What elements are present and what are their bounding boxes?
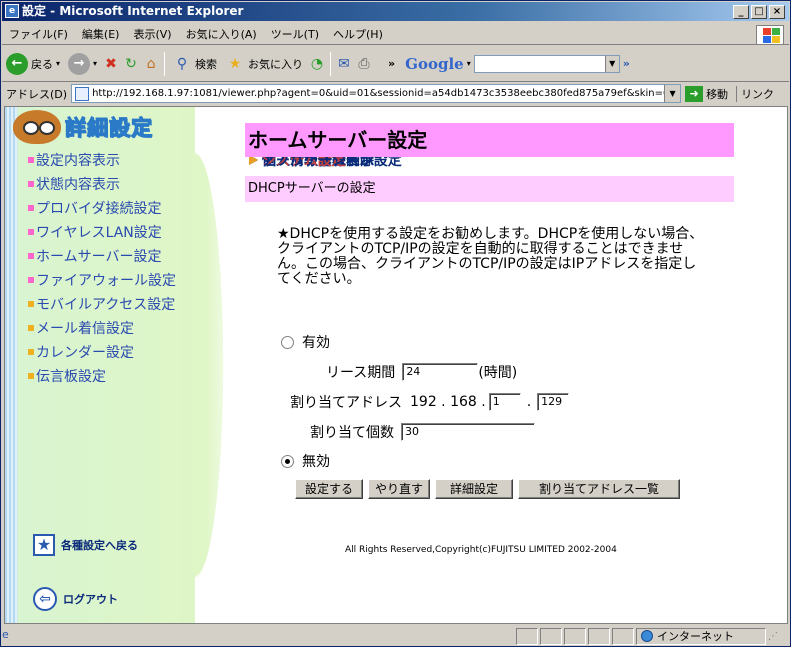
- google-overflow-icon[interactable]: »: [623, 57, 630, 70]
- favorites-button[interactable]: ★ お気に入り: [221, 54, 307, 74]
- menu-file[interactable]: ファイル(F): [2, 26, 75, 42]
- count-row: 割り当て個数 30: [310, 422, 535, 442]
- radio-circle: [281, 454, 294, 468]
- sidebar-logo: 詳細設定: [13, 110, 153, 144]
- links-button[interactable]: リンク: [736, 85, 774, 102]
- star-icon: ★: [33, 534, 55, 556]
- ie-icon: e: [5, 4, 19, 18]
- menu-view[interactable]: 表示(V): [126, 26, 178, 42]
- maximize-button[interactable]: □: [751, 5, 767, 19]
- address-url: http://192.168.1.97:1081/viewer.php?agen…: [92, 88, 682, 99]
- search-button[interactable]: ⚲ 検索: [168, 54, 221, 74]
- sidebar-item-wireless-lan[interactable]: ワイヤレスLAN設定: [9, 220, 176, 244]
- addr-dot: .: [526, 394, 532, 410]
- addr-prefix: 192 . 168 .: [410, 394, 486, 410]
- sidebar-item-mail-notify[interactable]: メール着信設定: [9, 316, 176, 340]
- google-toolbar: Google ▾ ▼ »: [405, 54, 630, 73]
- star-icon: ★: [228, 55, 242, 72]
- menu-tools[interactable]: ツール(T): [264, 26, 326, 42]
- back-to-settings-link[interactable]: ★ 各種設定へ戻る: [33, 534, 138, 556]
- status-bar: e インターネット ⋰: [2, 626, 789, 646]
- enable-radio[interactable]: 有効: [281, 331, 330, 353]
- address-input[interactable]: http://192.168.1.97:1081/viewer.php?agen…: [71, 84, 682, 103]
- address-bar: アドレス(D) http://192.168.1.97:1081/viewer.…: [2, 83, 789, 104]
- page-status-icon: e: [2, 627, 9, 641]
- stop-icon[interactable]: ✖: [101, 54, 121, 74]
- reset-button[interactable]: やり直す: [368, 479, 430, 499]
- window-title: 設定 - Microsoft Internet Explorer: [22, 4, 244, 18]
- section-title: DHCPサーバーの設定: [245, 176, 734, 202]
- menu-help[interactable]: ヘルプ(H): [326, 26, 390, 42]
- sidebar-item-status-view[interactable]: 状態内容表示: [9, 172, 176, 196]
- go-arrow-icon: ➜: [685, 85, 704, 102]
- go-button[interactable]: ➜ 移動: [685, 85, 728, 102]
- print-icon[interactable]: ⎙: [354, 54, 374, 74]
- menu-favorites[interactable]: お気に入り(A): [179, 26, 264, 42]
- search-icon: ⚲: [176, 55, 188, 72]
- windows-logo-icon: [756, 25, 784, 45]
- menu-edit[interactable]: 編集(E): [75, 26, 127, 42]
- addr-octet4-input[interactable]: 129: [537, 393, 570, 411]
- forward-button[interactable]: → ▾: [64, 52, 101, 75]
- back-arrow-icon: ←: [6, 52, 28, 75]
- google-logo: Google: [405, 54, 464, 73]
- sidebar-item-calendar[interactable]: カレンダー設定: [9, 340, 176, 364]
- lease-input[interactable]: 24: [402, 363, 479, 381]
- address-list-button[interactable]: 割り当てアドレス一覧: [518, 479, 680, 499]
- lease-label: リース期間: [326, 365, 396, 381]
- logout-link[interactable]: ⇦ ログアウト: [33, 587, 118, 611]
- detail-button[interactable]: 詳細設定: [435, 479, 513, 499]
- browser-window: e 設定 - Microsoft Internet Explorer _ □ ×…: [0, 0, 791, 647]
- page-title: ホームサーバー設定: [245, 123, 734, 157]
- minimize-button[interactable]: _: [733, 5, 749, 19]
- dhcp-form: 有効: [281, 331, 330, 353]
- main-panel: ホームサーバー設定 DHCPサーバーの設定 ★DHCPを使用する設定をお勧めしま…: [245, 107, 785, 623]
- resize-grip-icon[interactable]: ⋰: [768, 631, 778, 642]
- menu-bar: ファイル(F) 編集(E) 表示(V) お気に入り(A) ツール(T) ヘルプ(…: [2, 23, 789, 45]
- toolbar-overflow-icon[interactable]: »: [388, 57, 395, 70]
- lease-unit: (時間): [478, 365, 518, 381]
- address-label: アドレス(D): [6, 87, 68, 101]
- close-button[interactable]: ×: [769, 5, 785, 19]
- sidebar: 詳細設定 サーバー情報表示 個人情報登録 個人情報修正削除 システム設定 設定内…: [5, 107, 402, 623]
- count-input[interactable]: 30: [401, 423, 535, 441]
- zone-indicator: インターネット: [636, 627, 766, 645]
- copyright: All Rights Reserved,Copyright(c)FUJITSU …: [345, 545, 617, 555]
- sidebar-item-home-server[interactable]: ホームサーバー設定: [9, 244, 176, 268]
- logout-arrow-icon: ⇦: [33, 587, 57, 611]
- google-search-input[interactable]: ▼: [473, 54, 620, 73]
- sidebar-item-provider[interactable]: プロバイダ接続設定: [9, 196, 176, 220]
- mascot-icon: [13, 110, 61, 144]
- addr-label: 割り当てアドレス: [290, 395, 402, 411]
- history-icon[interactable]: ◔: [307, 54, 327, 74]
- count-label: 割り当て個数: [310, 425, 394, 441]
- disable-radio[interactable]: 無効: [281, 450, 330, 472]
- globe-icon: [641, 630, 653, 642]
- mail-icon[interactable]: ✉: [334, 54, 354, 74]
- address-row: 割り当てアドレス 192 . 168 . 1 . 129: [290, 392, 570, 412]
- button-row: 設定する やり直す 詳細設定 割り当てアドレス一覧: [295, 479, 680, 499]
- chevron-down-icon[interactable]: ▼: [604, 55, 619, 72]
- sidebar-item-settings-view[interactable]: 設定内容表示: [9, 148, 176, 172]
- home-icon[interactable]: ⌂: [141, 54, 161, 74]
- lease-row: リース期間 24 (時間): [326, 362, 517, 382]
- sidebar-item-mobile-access[interactable]: モバイルアクセス設定: [9, 292, 176, 316]
- radio-circle: [281, 335, 294, 349]
- page-content: 詳細設定 サーバー情報表示 個人情報登録 個人情報修正削除 システム設定 設定内…: [4, 106, 788, 624]
- dhcp-note: ★DHCPを使用する設定をお勧めします。DHCPを使用しない場合、クライアントの…: [277, 226, 704, 287]
- title-bar: e 設定 - Microsoft Internet Explorer _ □ ×: [2, 2, 789, 21]
- set-button[interactable]: 設定する: [295, 479, 363, 499]
- sidebar-nav: サーバー情報表示 個人情報登録 個人情報修正削除 システム設定 設定内容表示 状…: [9, 148, 402, 388]
- sidebar-item-firewall[interactable]: ファイアウォール設定: [9, 268, 176, 292]
- disable-form: 無効: [281, 450, 330, 472]
- sidebar-item-message-board[interactable]: 伝言板設定: [9, 364, 176, 388]
- chevron-down-icon[interactable]: ▼: [664, 85, 681, 102]
- forward-arrow-icon: →: [68, 52, 91, 75]
- page-icon: [75, 86, 90, 101]
- toolbar: ← 戻る ▾ → ▾ ✖ ↻ ⌂ ⚲ 検索 ★ お気に入り ◔ ✉ ⎙ » Goog…: [2, 46, 789, 82]
- addr-octet3-input[interactable]: 1: [488, 393, 521, 411]
- refresh-icon[interactable]: ↻: [121, 54, 141, 74]
- back-button[interactable]: ← 戻る ▾: [2, 52, 64, 75]
